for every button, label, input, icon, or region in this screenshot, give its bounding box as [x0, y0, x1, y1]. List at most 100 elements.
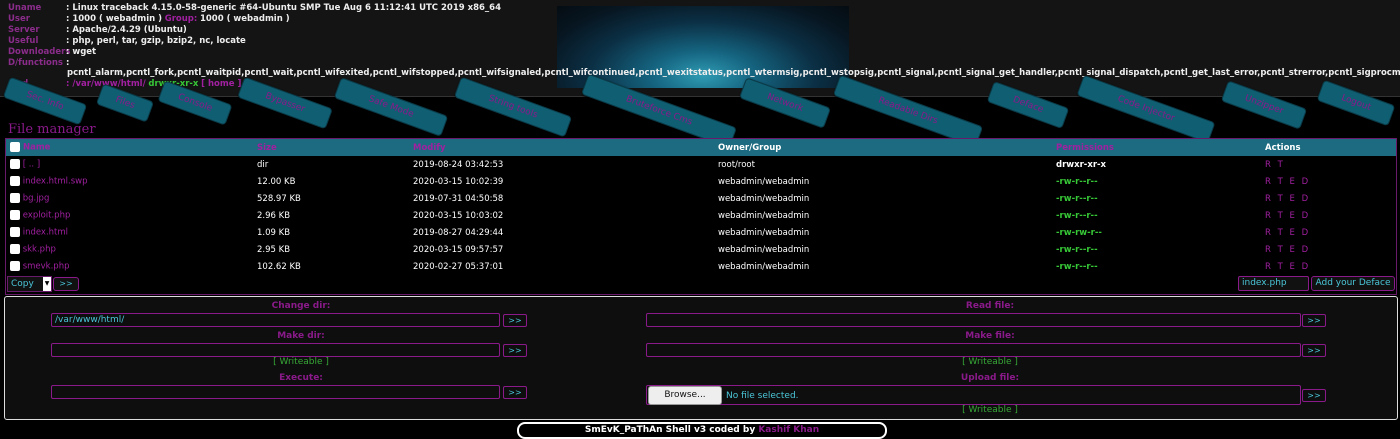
file-name-link[interactable]: smevk.php [23, 262, 70, 272]
execute-input[interactable] [51, 385, 500, 399]
browse-button[interactable]: Browse... [648, 386, 722, 405]
make-file-input[interactable] [646, 343, 1301, 357]
tab-console[interactable]: Console [157, 80, 233, 126]
table-row: index.html 1.09 KB 2019-08-27 04:29:44 w… [6, 224, 1396, 241]
downloaders-value: : wget [66, 47, 97, 57]
row-checkbox[interactable] [10, 159, 20, 170]
row-checkbox[interactable] [10, 244, 20, 255]
useful-label: Useful [8, 36, 39, 46]
tab-unzipper[interactable]: Unzipper [1220, 80, 1308, 130]
tab-readable-dirs[interactable]: Readable Dirs [832, 74, 984, 148]
file-name-link[interactable]: index.html.swp [23, 177, 88, 187]
deface-filename-input[interactable]: index.php [1238, 276, 1309, 291]
row-checkbox[interactable] [10, 210, 20, 221]
change-dir-go-button[interactable]: >> [503, 314, 527, 327]
file-size: 2.96 KB [257, 210, 291, 221]
table-header-row: Name Size Modify Owner/Group Permissions… [6, 139, 1396, 156]
file-actions[interactable]: R T [1265, 156, 1396, 173]
user-row: User: 1000 ( webadmin ) Group: 1000 ( we… [8, 14, 290, 25]
file-manager-title: File manager [8, 122, 96, 137]
file-owner: webadmin/webadmin [718, 176, 810, 187]
file-actions[interactable]: R T E D [1265, 207, 1396, 224]
tab-network[interactable]: Network [738, 77, 832, 129]
dfunctions-value: : [66, 58, 70, 68]
dfunctions-label: D/functions [8, 58, 63, 68]
footer-author: Kashif Khan [758, 425, 820, 435]
make-dir-input[interactable] [51, 343, 500, 357]
uname-value: : Linux traceback 4.15.0-58-generic #64-… [66, 3, 502, 13]
file-modify: 2020-03-15 10:03:02 [413, 210, 504, 221]
file-permissions[interactable]: drwxr-xr-x [1056, 156, 1265, 173]
add-deface-button[interactable]: Add your Deface [1311, 276, 1395, 291]
header-actions: Actions [1265, 142, 1301, 153]
tab-code-injector[interactable]: Code Injector [1076, 74, 1216, 144]
tab-deface[interactable]: Deface [986, 80, 1070, 130]
no-file-text: No file selected. [726, 391, 799, 401]
file-actions[interactable]: R T E D [1265, 190, 1396, 207]
header-permissions: Permissions [1056, 142, 1114, 153]
tab-bypasser[interactable]: Bypasser [237, 76, 333, 130]
tools-panel: Change dir: /var/www/html/ >> Make dir: … [4, 296, 1398, 420]
file-owner: webadmin/webadmin [718, 210, 810, 221]
make-dir-go-button[interactable]: >> [503, 344, 527, 357]
file-actions[interactable]: R T E D [1265, 258, 1396, 275]
tab-safe-mode[interactable]: Safe Mode [333, 77, 449, 137]
downloaders-row: Downloaders: wget [8, 47, 96, 58]
file-permissions[interactable]: -rw-r--r-- [1056, 190, 1265, 207]
table-row: smevk.php 102.62 KB 2020-02-27 05:37:01 … [6, 258, 1396, 275]
tab-sec-info[interactable]: Sec. Info [2, 76, 88, 126]
header-name: Name [6, 139, 257, 156]
useful-value: : php, perl, tar, gzip, bzip2, nc, locat… [66, 36, 246, 46]
file-modify: 2020-03-15 09:57:57 [413, 244, 504, 255]
file-owner: webadmin/webadmin [718, 261, 810, 272]
file-permissions[interactable]: -rw-r--r-- [1056, 207, 1265, 224]
table-row: [ .. ] dir 2019-08-24 03:42:53 root/root… [6, 156, 1396, 173]
file-modify: 2019-07-31 04:50:58 [413, 193, 504, 204]
row-checkbox[interactable] [10, 261, 20, 272]
bulk-action-select[interactable]: Copy ▼ [7, 276, 52, 292]
make-dir-status: [ Writeable ] [273, 357, 329, 367]
read-file-input[interactable] [646, 313, 1301, 327]
header-owner: Owner/Group [718, 142, 782, 153]
execute-go-button[interactable]: >> [503, 386, 527, 399]
upload-go-button[interactable]: >> [1302, 389, 1326, 402]
file-permissions[interactable]: -rw-r--r-- [1056, 258, 1265, 275]
file-name-link[interactable]: [ .. ] [23, 160, 40, 170]
tab-files[interactable]: Files [95, 83, 155, 123]
bulk-action-go-button[interactable]: >> [53, 277, 79, 291]
server-value: : Apache/2.4.29 (Ubuntu) [66, 25, 187, 35]
header-modify: Modify [413, 142, 446, 153]
file-name-link[interactable]: skk.php [23, 245, 56, 255]
row-checkbox[interactable] [10, 176, 20, 187]
read-file-label: Read file: [965, 301, 1015, 311]
file-name-link[interactable]: bg.jpg [23, 194, 50, 204]
make-file-go-button[interactable]: >> [1302, 344, 1326, 357]
table-row: index.html.swp 12.00 KB 2020-03-15 10:02… [6, 173, 1396, 190]
file-name-link[interactable]: index.html [23, 228, 68, 238]
file-actions[interactable]: R T E D [1265, 241, 1396, 258]
uname-row: Uname : Linux traceback 4.15.0-58-generic… [8, 3, 501, 14]
file-actions-bar: Copy ▼ >> index.php Add your Deface [5, 276, 1395, 292]
change-dir-label: Change dir: [271, 301, 331, 311]
file-permissions[interactable]: -rw-r--r-- [1056, 173, 1265, 190]
downloaders-label: Downloaders [8, 47, 71, 57]
file-size: 12.00 KB [257, 176, 296, 187]
change-dir-input[interactable]: /var/www/html/ [51, 313, 500, 327]
group-value: 1000 ( webadmin ) [199, 14, 290, 24]
tab-logout[interactable]: Logout [1316, 79, 1396, 127]
tab-string-tools[interactable]: String tools [453, 76, 573, 138]
file-permissions[interactable]: -rw-rw-r-- [1056, 224, 1265, 241]
select-all-checkbox[interactable] [10, 142, 20, 153]
read-file-go-button[interactable]: >> [1302, 314, 1326, 327]
file-actions[interactable]: R T E D [1265, 173, 1396, 190]
row-checkbox[interactable] [10, 227, 20, 238]
file-size: 102.62 KB [257, 261, 301, 272]
file-permissions[interactable]: -rw-r--r-- [1056, 241, 1265, 258]
file-name-link[interactable]: exploit.php [23, 211, 71, 221]
file-owner: root/root [718, 159, 755, 170]
file-size: 2.95 KB [257, 244, 291, 255]
row-checkbox[interactable] [10, 193, 20, 204]
server-row: Server: Apache/2.4.29 (Ubuntu) [8, 25, 187, 36]
uname-label: Uname [8, 3, 42, 13]
file-actions[interactable]: R T E D [1265, 224, 1396, 241]
